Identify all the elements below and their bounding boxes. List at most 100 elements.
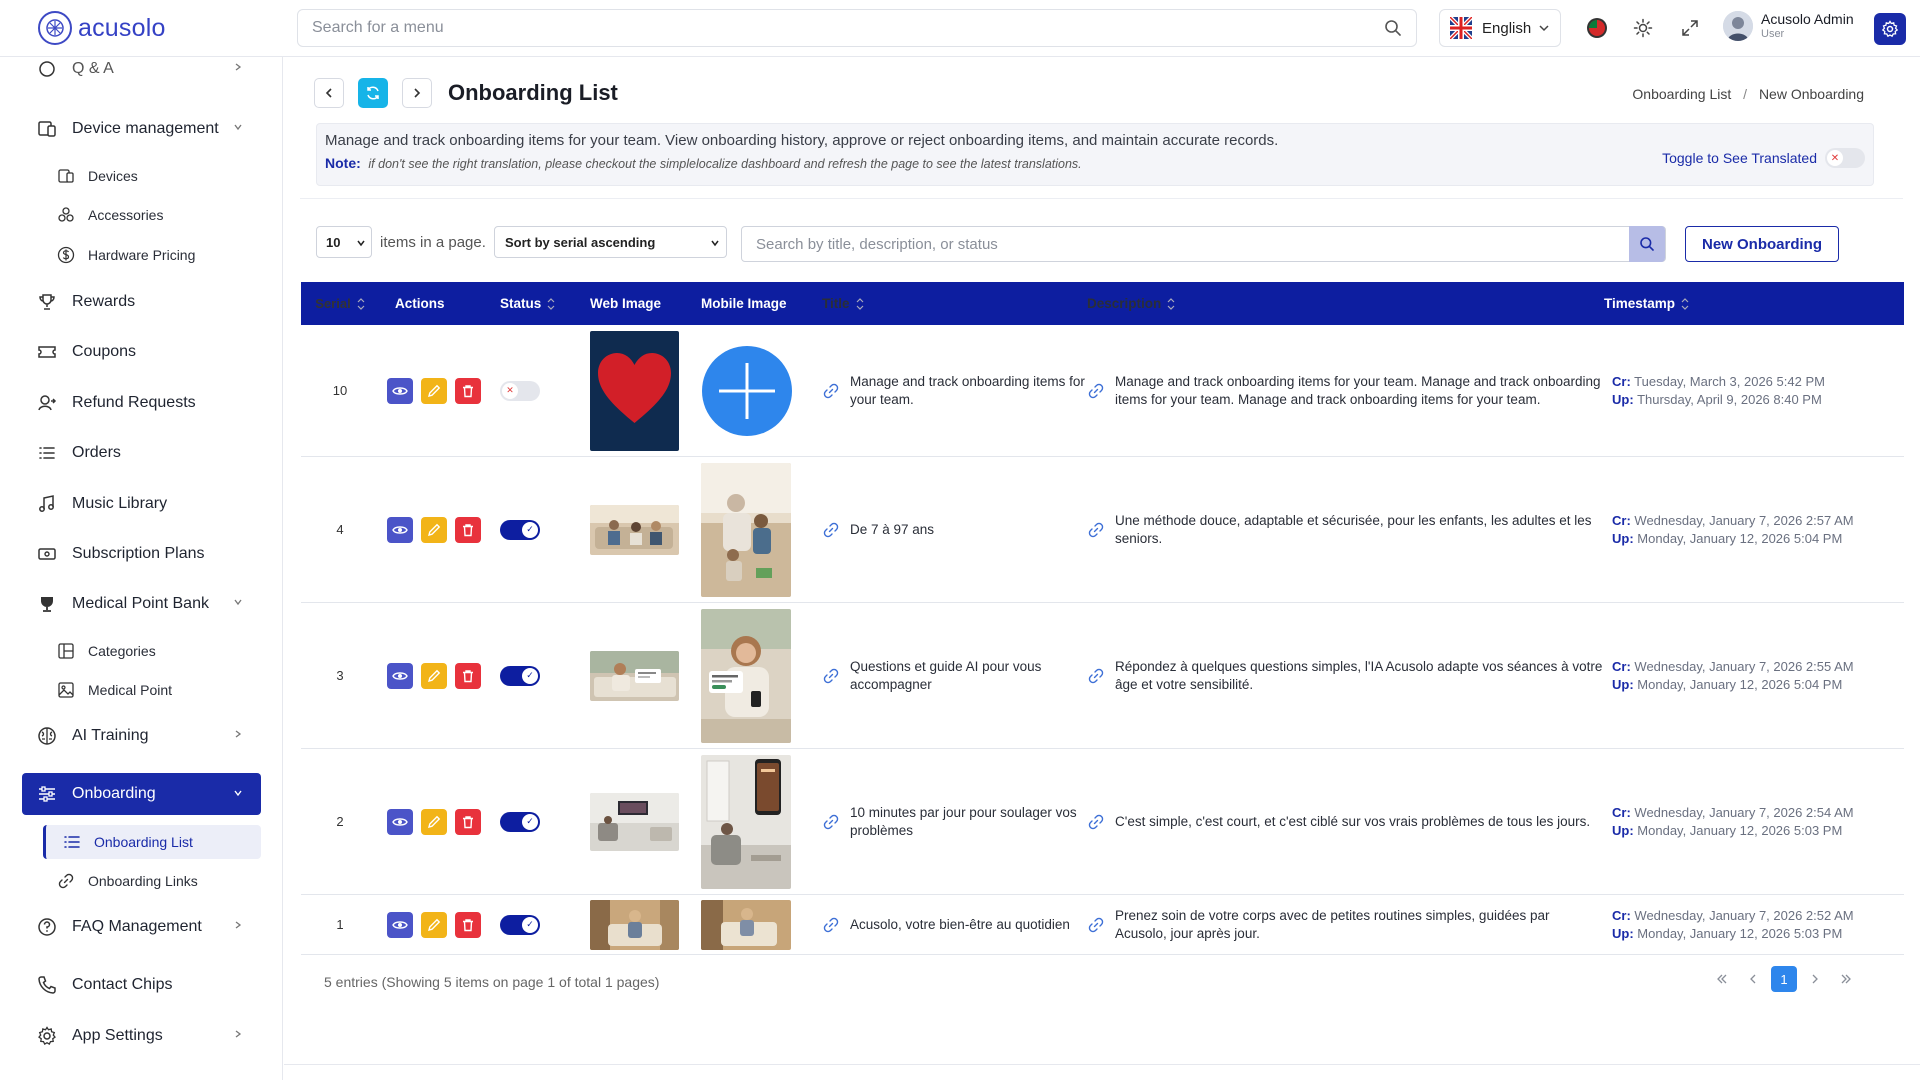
delete-button[interactable] [455,911,481,938]
row-title: Questions et guide AI pour vous accompag… [818,658,1087,694]
sidebar-item-device-management[interactable]: Device management [22,109,261,149]
sidebar-item-subscription-plans[interactable]: Subscription Plans [22,534,261,574]
view-button[interactable] [387,662,413,689]
sidebar-item-app-settings[interactable]: App Settings [22,1016,261,1056]
delete-button[interactable] [455,377,481,404]
header-serial[interactable]: Serial [301,296,379,311]
sidebar-item-onboarding[interactable]: Onboarding [22,773,261,815]
edit-button[interactable] [421,377,447,404]
region-flag-icon[interactable] [1584,15,1610,41]
last-page-button[interactable] [1833,966,1859,992]
translation-switch[interactable]: ✕ [1825,148,1865,168]
forward-button[interactable] [402,78,432,108]
page-size-select[interactable]: 10 [316,226,372,258]
sidebar-item-refund-requests[interactable]: Refund Requests [22,383,261,423]
table-search-input[interactable] [742,227,1629,261]
status-toggle[interactable]: ✓ [500,914,540,935]
search-icon[interactable] [1384,19,1402,37]
theme-sun-icon[interactable] [1630,15,1656,41]
coupon-icon [36,341,58,363]
menu-search[interactable] [297,9,1417,47]
sidebar-item-devices[interactable]: Devices [56,159,261,193]
mobile-image-family-photo[interactable] [701,462,791,597]
view-button[interactable] [387,911,413,938]
web-image-family-photo[interactable] [590,504,679,555]
brand-logo[interactable]: acusolo [38,11,166,45]
web-image-heart[interactable] [590,330,679,451]
link-icon[interactable] [1087,382,1105,400]
view-button[interactable] [387,516,413,543]
link-icon[interactable] [822,667,840,685]
status-toggle[interactable]: ✕ [500,380,540,401]
mobile-image-plus[interactable] [701,345,793,437]
edit-button[interactable] [421,808,447,835]
next-page-button[interactable] [1802,966,1828,992]
first-page-button[interactable] [1709,966,1735,992]
delete-button[interactable] [455,662,481,689]
status-toggle[interactable]: ✓ [500,665,540,686]
status-toggle[interactable]: ✓ [500,519,540,540]
row-timestamp: Cr: Wednesday, January 7, 2026 2:57 AM U… [1612,512,1854,546]
breadcrumb-onboarding-list[interactable]: Onboarding List [1632,86,1731,102]
link-icon[interactable] [822,813,840,831]
sidebar-item-music-library[interactable]: Music Library [22,484,261,524]
sidebar-item-categories[interactable]: Categories [56,634,261,668]
view-button[interactable] [387,808,413,835]
link-icon[interactable] [822,916,840,934]
header-description[interactable]: Description [1087,295,1604,313]
back-button[interactable] [314,78,344,108]
link-icon[interactable] [822,382,840,400]
device-icon [36,118,58,140]
web-image-living-room[interactable] [590,792,679,851]
status-toggle[interactable]: ✓ [500,811,540,832]
link-icon[interactable] [1087,667,1105,685]
refresh-button[interactable] [358,78,388,108]
sort-select[interactable]: Sort by serial ascending [494,226,727,258]
link-icon[interactable] [1087,521,1105,539]
link-icon[interactable] [1087,916,1105,934]
search-button[interactable] [1629,226,1665,262]
header-status[interactable]: Status [496,296,584,311]
user-menu[interactable]: Acusolo Admin User [1723,11,1854,41]
link-icon[interactable] [822,521,840,539]
language-select[interactable]: English [1439,9,1561,47]
sidebar-item-onboarding-links[interactable]: Onboarding Links [56,864,261,898]
settings-button[interactable] [1874,13,1906,45]
edit-button[interactable] [421,911,447,938]
menu-search-input[interactable] [312,19,1384,37]
sidebar-item-rewards[interactable]: Rewards [22,282,261,322]
web-image-woman-sofa[interactable] [590,899,679,950]
page-number-button[interactable]: 1 [1771,966,1797,992]
delete-button[interactable] [455,808,481,835]
header-timestamp[interactable]: Timestamp [1604,296,1864,311]
sidebar-item-contact-chips[interactable]: Contact Chips [22,965,261,1005]
sidebar-item-onboarding-list[interactable]: Onboarding List [43,825,261,859]
web-image-woman-phone[interactable] [590,650,679,701]
check-icon: ✓ [522,813,538,830]
mobile-image-woman-sofa[interactable] [701,899,791,950]
sidebar-item-medical-point[interactable]: Medical Point [56,673,261,707]
sidebar-item-medical-point-bank[interactable]: Medical Point Bank [22,584,261,624]
sort-icon [1681,297,1689,310]
sidebar-item-hardware-pricing[interactable]: Hardware Pricing [56,238,261,272]
music-icon [36,493,58,515]
sidebar-item-faq-management[interactable]: FAQ Management [22,907,261,947]
sidebar-item-accessories[interactable]: Accessories [56,198,261,232]
prev-page-button[interactable] [1740,966,1766,992]
edit-button[interactable] [421,516,447,543]
header-title[interactable]: Title [818,295,1087,313]
mobile-image-living-room[interactable] [701,754,791,889]
sidebar-item-qa[interactable]: Q & A [22,57,261,89]
sidebar-item-coupons[interactable]: Coupons [22,332,261,372]
fullscreen-icon[interactable] [1677,15,1703,41]
sidebar-item-orders[interactable]: Orders [22,433,261,473]
link-icon[interactable] [1087,813,1105,831]
sort-icon [547,297,555,310]
breadcrumb-new-onboarding[interactable]: New Onboarding [1759,86,1864,102]
mobile-image-woman-phone[interactable] [701,608,791,743]
view-button[interactable] [387,377,413,404]
edit-button[interactable] [421,662,447,689]
new-onboarding-button[interactable]: New Onboarding [1685,226,1839,262]
delete-button[interactable] [455,516,481,543]
sidebar-item-ai-training[interactable]: AI Training [22,716,261,756]
